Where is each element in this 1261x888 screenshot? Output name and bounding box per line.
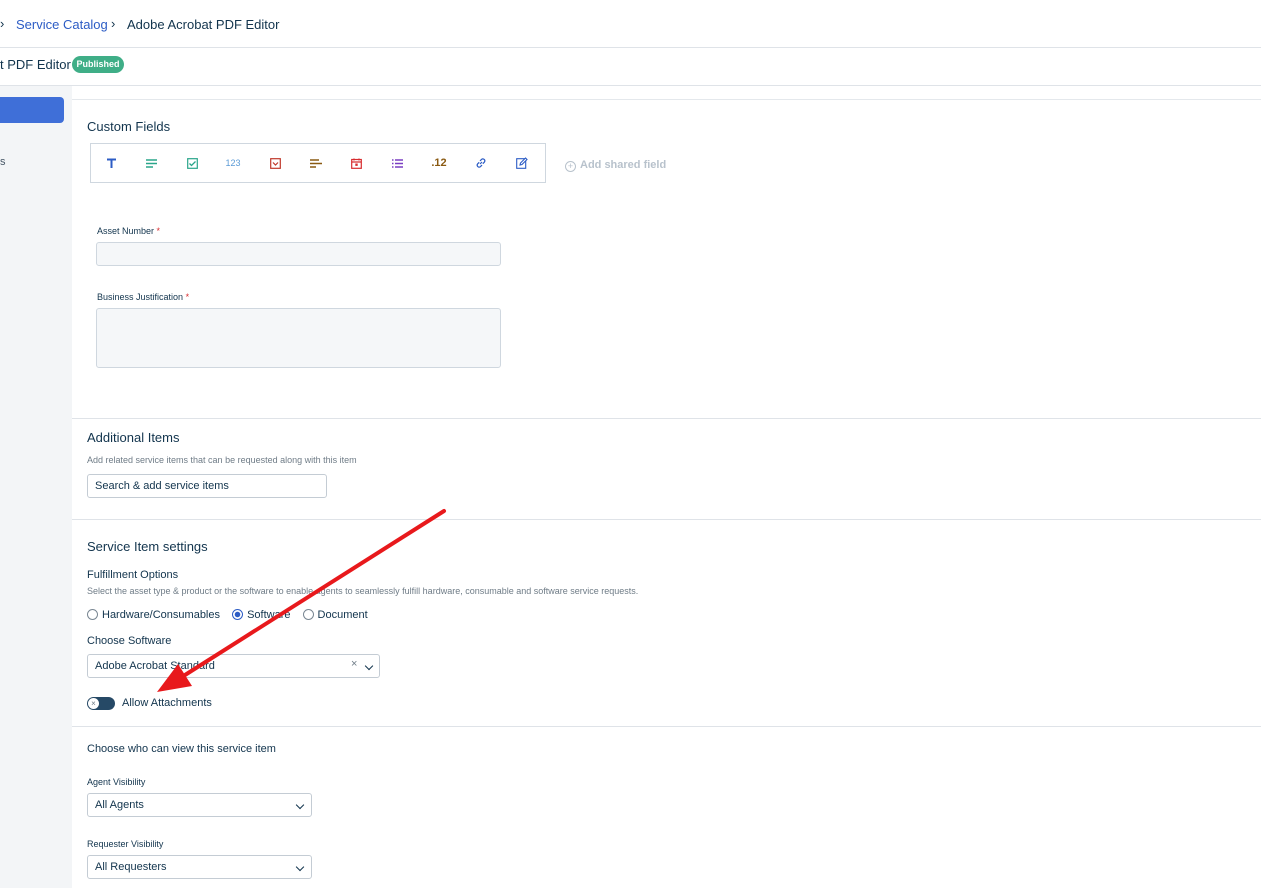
add-shared-field-label: Add shared field bbox=[580, 159, 667, 171]
status-badge: Published bbox=[72, 56, 124, 73]
multi-select-field-icon[interactable] bbox=[377, 144, 417, 182]
choose-software-label: Choose Software bbox=[87, 635, 172, 647]
section-divider bbox=[72, 726, 1261, 727]
title-divider bbox=[0, 85, 1261, 86]
business-justification-field[interactable] bbox=[96, 308, 501, 368]
additional-items-description: Add related service items that can be re… bbox=[87, 455, 357, 465]
sidebar-item-label[interactable]: s bbox=[0, 156, 6, 168]
business-justification-label: Business Justification * bbox=[97, 292, 190, 302]
content-field-icon[interactable] bbox=[502, 144, 542, 182]
breadcrumb-separator-icon: › bbox=[111, 16, 116, 31]
chevron-down-icon bbox=[364, 661, 374, 671]
number-field-icon[interactable]: 123 bbox=[213, 144, 253, 182]
requester-visibility-select[interactable]: All Requesters bbox=[87, 855, 312, 879]
software-select[interactable]: Adobe Acrobat Standard × bbox=[87, 654, 380, 678]
agent-visibility-label: Agent Visibility bbox=[87, 777, 146, 787]
radio-hardware-consumables[interactable]: Hardware/Consumables bbox=[87, 609, 220, 621]
chevron-down-icon bbox=[295, 862, 305, 872]
requester-visibility-value: All Requesters bbox=[95, 861, 167, 873]
software-select-value: Adobe Acrobat Standard bbox=[95, 660, 215, 672]
search-service-items-input[interactable]: Search & add service items bbox=[87, 474, 327, 498]
date-field-icon[interactable] bbox=[336, 144, 376, 182]
add-circle-icon: + bbox=[565, 161, 576, 172]
allow-attachments-toggle[interactable]: × bbox=[87, 697, 115, 710]
radio-document[interactable]: Document bbox=[302, 609, 368, 621]
header-divider bbox=[0, 47, 1261, 48]
asset-number-field[interactable] bbox=[96, 242, 501, 266]
field-type-toolbar: 123 .12 bbox=[90, 143, 546, 183]
agent-visibility-select[interactable]: All Agents bbox=[87, 793, 312, 817]
paragraph-field-icon[interactable] bbox=[131, 144, 171, 182]
checkbox-field-icon[interactable] bbox=[172, 144, 212, 182]
section-divider bbox=[72, 519, 1261, 520]
asset-number-label: Asset Number * bbox=[97, 226, 161, 236]
url-field-icon[interactable] bbox=[461, 144, 501, 182]
service-item-settings-title: Service Item settings bbox=[87, 539, 208, 554]
left-sidebar bbox=[0, 86, 72, 888]
additional-items-title: Additional Items bbox=[87, 430, 180, 445]
custom-fields-title: Custom Fields bbox=[87, 119, 171, 134]
decimal-field-icon[interactable]: .12 bbox=[419, 144, 459, 182]
chevron-down-icon bbox=[295, 800, 305, 810]
page-title: t PDF Editor bbox=[0, 57, 71, 72]
breadcrumb-service-catalog-link[interactable]: Service Catalog bbox=[16, 17, 108, 32]
sidebar-active-item[interactable] bbox=[0, 97, 64, 123]
allow-attachments-label: Allow Attachments bbox=[122, 697, 212, 709]
text-field-icon[interactable] bbox=[91, 144, 131, 182]
visibility-title: Choose who can view this service item bbox=[87, 743, 276, 755]
clear-icon[interactable]: × bbox=[351, 658, 357, 670]
requester-visibility-label: Requester Visibility bbox=[87, 839, 164, 849]
breadcrumb-chevron-icon: › bbox=[0, 16, 5, 31]
section-divider bbox=[72, 99, 1261, 100]
dependent-field-icon[interactable] bbox=[296, 144, 336, 182]
dropdown-field-icon[interactable] bbox=[255, 144, 295, 182]
agent-visibility-value: All Agents bbox=[95, 799, 144, 811]
radio-software[interactable]: Software bbox=[232, 609, 290, 621]
add-shared-field-button[interactable]: + Add shared field bbox=[565, 159, 666, 172]
section-divider bbox=[72, 418, 1261, 419]
toggle-x-icon: × bbox=[88, 698, 99, 709]
breadcrumb-current: Adobe Acrobat PDF Editor bbox=[127, 17, 280, 32]
fulfillment-radio-group: Hardware/Consumables Software Document bbox=[87, 609, 377, 621]
fulfillment-options-description: Select the asset type & product or the s… bbox=[87, 586, 639, 596]
fulfillment-options-title: Fulfillment Options bbox=[87, 569, 179, 581]
